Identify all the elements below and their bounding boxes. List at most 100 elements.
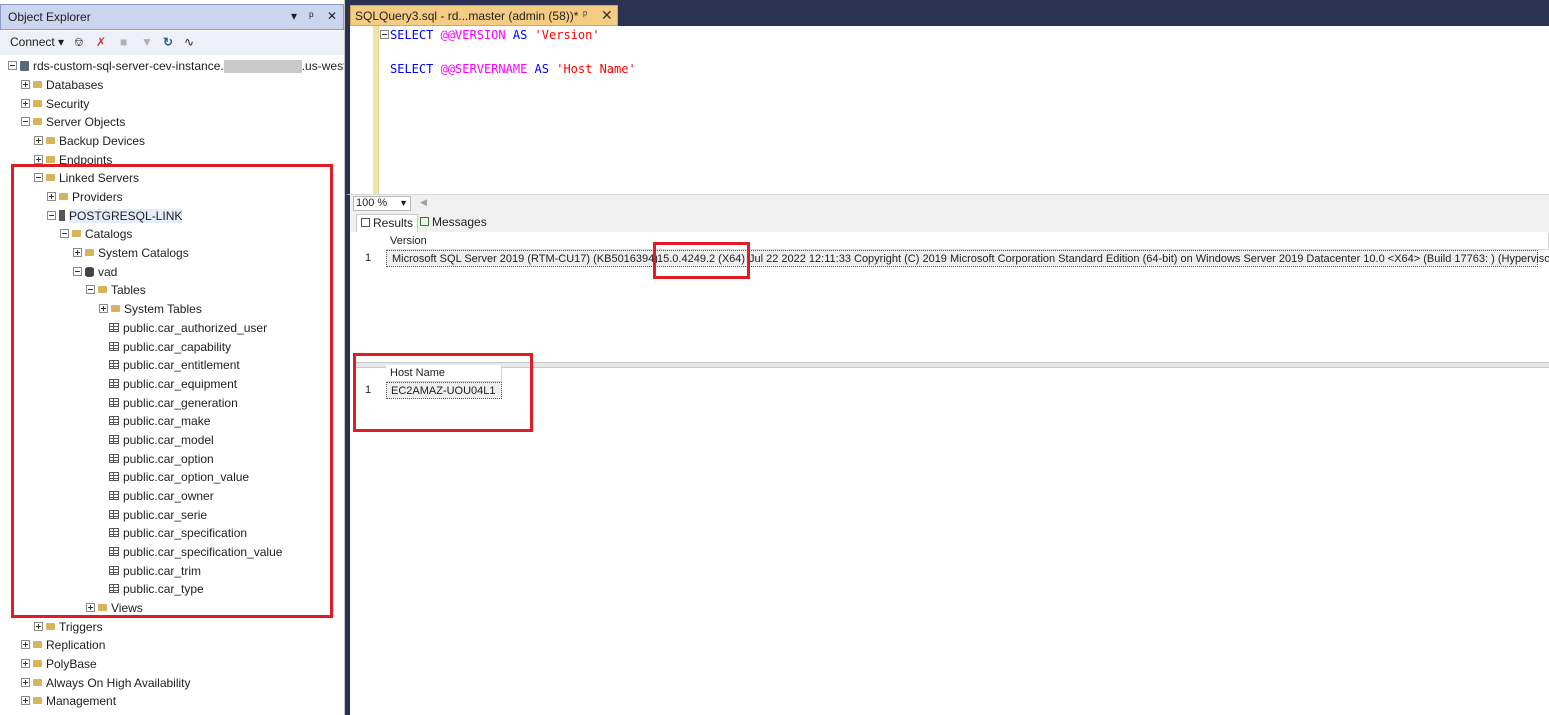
collapse-icon[interactable] xyxy=(47,211,56,221)
table-icon xyxy=(109,584,119,594)
query-editor[interactable]: SELECT @@VERSION AS 'Version' SELECT @@S… xyxy=(345,26,1549,194)
tree-node-table[interactable]: public.car_type xyxy=(109,580,204,598)
cell-host-name-value[interactable]: EC2AMAZ-UOU04L1 xyxy=(386,382,502,399)
tree-node-system-tables[interactable]: System Tables xyxy=(99,300,202,318)
expand-icon[interactable] xyxy=(73,248,82,258)
expand-icon[interactable] xyxy=(21,99,30,109)
tree-node-postgresql-link[interactable]: POSTGRESQL-LINK xyxy=(47,207,183,225)
tree-label: public.car_capability xyxy=(123,340,232,354)
tree-label: POSTGRESQL-LINK xyxy=(69,209,183,223)
table-icon xyxy=(109,528,119,538)
tree-node-backup-devices[interactable]: Backup Devices xyxy=(34,132,145,150)
tab-label: Results xyxy=(373,216,414,230)
tree-node-vad[interactable]: vad xyxy=(73,263,117,281)
expand-icon[interactable] xyxy=(21,640,30,650)
tree-label: Linked Servers xyxy=(59,171,140,185)
tree-node-table[interactable]: public.car_generation xyxy=(109,394,238,412)
tree-node-system-catalogs[interactable]: System Catalogs xyxy=(73,244,189,262)
collapse-icon[interactable] xyxy=(34,173,43,183)
zoom-dropdown[interactable]: 100 % ▼ xyxy=(353,196,411,211)
expand-icon[interactable] xyxy=(99,304,108,314)
code-line-1[interactable]: SELECT @@VERSION AS 'Version' xyxy=(390,28,600,42)
expand-icon[interactable] xyxy=(34,155,43,165)
tree-node-triggers[interactable]: Triggers xyxy=(34,618,103,636)
version-text-part-3: Jul 22 2022 12:11:33 Copyright (C) 2019 … xyxy=(749,253,1549,265)
filter-icon[interactable]: ▼ xyxy=(141,35,153,49)
collapse-icon[interactable] xyxy=(21,117,30,127)
expand-icon[interactable] xyxy=(21,80,30,90)
activity-monitor-icon[interactable]: ∿ xyxy=(184,35,194,49)
tree-node-table[interactable]: public.car_specification_value xyxy=(109,543,282,561)
tree-label: Databases xyxy=(46,78,104,92)
tab-results[interactable]: Results xyxy=(356,214,419,232)
collapse-icon[interactable] xyxy=(86,285,95,295)
collapse-icon[interactable] xyxy=(60,229,69,239)
tab-sqlquery3[interactable]: SQLQuery3.sql - rd...master (admin (58))… xyxy=(350,5,618,26)
scroll-left-arrow-icon[interactable]: ◀ xyxy=(420,197,427,208)
window-position-dropdown-icon[interactable]: ▾ xyxy=(291,9,297,23)
row-number: 1 xyxy=(365,252,372,264)
close-icon[interactable]: ✕ xyxy=(327,9,337,23)
tab-messages[interactable]: Messages xyxy=(416,214,491,232)
tree-node-management[interactable]: Management xyxy=(21,692,116,710)
tree-node-table[interactable]: public.car_serie xyxy=(109,506,207,524)
row-number: 1 xyxy=(365,384,372,396)
collapse-icon[interactable] xyxy=(73,267,82,277)
tree-node-server-objects[interactable]: Server Objects xyxy=(21,113,125,131)
tree-label: public.car_option_value xyxy=(123,470,250,484)
object-explorer-toolbar: Connect ▾ ⎊ ✗ ■ ▼ ↻ ∿ xyxy=(0,31,344,55)
tree-node-providers[interactable]: Providers xyxy=(47,188,123,206)
tree-node-databases[interactable]: Databases xyxy=(21,76,103,94)
tree-node-tables[interactable]: Tables xyxy=(86,281,146,299)
folder-icon xyxy=(33,81,42,89)
connect-button[interactable]: Connect ▾ xyxy=(10,35,64,49)
tree-node-endpoints[interactable]: Endpoints xyxy=(34,151,112,169)
tree-node-table[interactable]: public.car_model xyxy=(109,431,214,449)
tree-label: public.car_make xyxy=(123,414,211,428)
tab-pin-icon[interactable]: ᵖ xyxy=(583,9,587,21)
collapse-icon[interactable] xyxy=(8,61,17,71)
tree-node-table[interactable]: public.car_owner xyxy=(109,487,214,505)
disconnect-icon[interactable]: ✗ xyxy=(96,35,106,49)
tree-node-polybase[interactable]: PolyBase xyxy=(21,655,97,673)
tree-node-table[interactable]: public.car_entitlement xyxy=(109,356,240,374)
expand-icon[interactable] xyxy=(34,622,43,632)
tree-node-table[interactable]: public.car_capability xyxy=(109,338,231,356)
expand-icon[interactable] xyxy=(21,659,30,669)
keyword: AS xyxy=(512,28,528,42)
tree-node-table[interactable]: public.car_make xyxy=(109,412,210,430)
tree-node-table[interactable]: public.car_equipment xyxy=(109,375,237,393)
refresh-icon[interactable]: ↻ xyxy=(163,35,173,49)
expand-icon[interactable] xyxy=(34,136,43,146)
tree-node-table[interactable]: public.car_authorized_user xyxy=(109,319,267,337)
tree-node-always-on[interactable]: Always On High Availability xyxy=(21,674,191,692)
folder-icon xyxy=(85,249,94,257)
tree-node-table[interactable]: public.car_option_value xyxy=(109,468,249,486)
folder-icon xyxy=(33,641,42,649)
expand-icon[interactable] xyxy=(21,678,30,688)
column-header-host-name[interactable]: Host Name xyxy=(386,365,502,382)
outline-collapse-icon[interactable] xyxy=(380,30,389,39)
tab-close-icon[interactable]: ✕ xyxy=(601,7,613,24)
tree-node-table[interactable]: public.car_trim xyxy=(109,562,201,580)
cell-version-value[interactable]: Microsoft SQL Server 2019 (RTM-CU17) (KB… xyxy=(386,250,1549,267)
pin-icon[interactable]: ᵖ xyxy=(309,9,314,23)
code-line-2[interactable]: SELECT @@SERVERNAME AS 'Host Name' xyxy=(390,62,636,76)
tree-node-table[interactable]: public.car_option xyxy=(109,450,214,468)
result-grid-splitter[interactable] xyxy=(355,362,1549,368)
expand-icon[interactable] xyxy=(47,192,56,202)
column-header-version[interactable]: Version xyxy=(386,233,1549,250)
tree-node-catalogs[interactable]: Catalogs xyxy=(60,225,132,243)
connect-plug-icon[interactable]: ⎊ xyxy=(74,35,84,50)
expand-icon[interactable] xyxy=(21,696,30,706)
tree-label: public.car_trim xyxy=(123,564,202,578)
tree-node-views[interactable]: Views xyxy=(86,599,143,617)
database-icon xyxy=(85,266,94,277)
stop-icon[interactable]: ■ xyxy=(120,35,127,49)
tree-node-security[interactable]: Security xyxy=(21,95,89,113)
tree-node-linked-servers[interactable]: Linked Servers xyxy=(34,169,139,187)
tree-node-replication[interactable]: Replication xyxy=(21,636,105,654)
tree-node-table[interactable]: public.car_specification xyxy=(109,524,247,542)
expand-icon[interactable] xyxy=(86,603,95,613)
tree-node-server-root[interactable]: rds-custom-sql-server-cev-instance. .us-w… xyxy=(8,57,344,75)
